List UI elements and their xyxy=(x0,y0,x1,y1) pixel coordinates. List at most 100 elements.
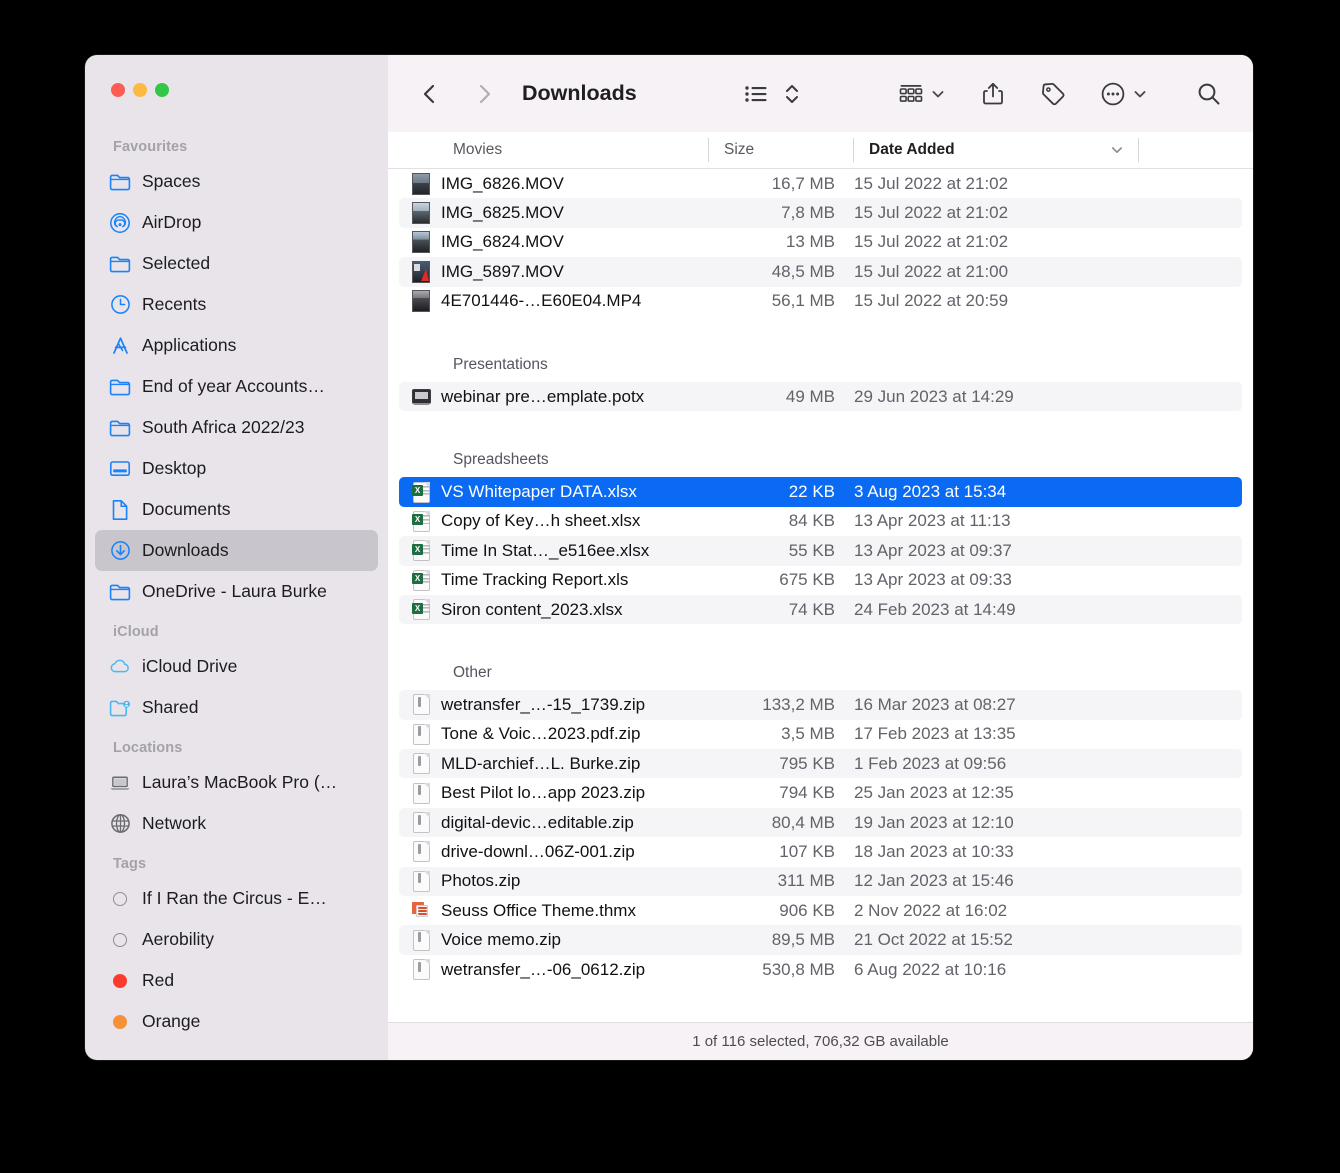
window-traffic-lights xyxy=(95,55,378,117)
sidebar-item-label: Selected xyxy=(142,253,210,274)
file-name: Photos.zip xyxy=(433,871,709,891)
sidebar-item-south-africa-2022-23[interactable]: South Africa 2022/23 xyxy=(95,407,378,448)
file-date-added: 15 Jul 2022 at 20:59 xyxy=(844,291,1242,311)
file-name: webinar pre…emplate.potx xyxy=(433,387,709,407)
sidebar-item-documents[interactable]: Documents xyxy=(95,489,378,530)
file-size: 906 KB xyxy=(709,901,844,921)
minimize-button[interactable] xyxy=(133,83,147,97)
table-row[interactable]: webinar pre…emplate.potx49 MB29 Jun 2023… xyxy=(399,382,1242,411)
file-date-added: 15 Jul 2022 at 21:02 xyxy=(844,174,1242,194)
file-name: Best Pilot lo…app 2023.zip xyxy=(433,783,709,803)
table-row[interactable]: Best Pilot lo…app 2023.zip794 KB25 Jan 2… xyxy=(399,778,1242,807)
sidebar-item-label: End of year Accounts… xyxy=(142,376,325,397)
close-button[interactable] xyxy=(111,83,125,97)
sort-updown-icon[interactable] xyxy=(779,74,805,114)
sidebar-item-applications[interactable]: Applications xyxy=(95,325,378,366)
sidebar-item-onedrive-laura-burke[interactable]: OneDrive - Laura Burke xyxy=(95,571,378,612)
desktop-background: Favourites Spaces AirDrop Selected Recen… xyxy=(0,0,1340,1173)
table-row[interactable]: Tone & Voic…2023.pdf.zip3,5 MB17 Feb 202… xyxy=(399,720,1242,749)
sidebar-item-label: Network xyxy=(142,813,206,834)
file-name: drive-downl…06Z-001.zip xyxy=(433,842,709,862)
sidebar-item-network[interactable]: Network xyxy=(95,803,378,844)
table-row[interactable]: XCopy of Key…h sheet.xlsx84 KB13 Apr 202… xyxy=(399,507,1242,536)
table-row[interactable]: XVS Whitepaper DATA.xlsx22 KB3 Aug 2023 … xyxy=(399,477,1242,506)
maximize-button[interactable] xyxy=(155,83,169,97)
file-name: Voice memo.zip xyxy=(433,930,709,950)
file-date-added: 17 Feb 2023 at 13:35 xyxy=(844,724,1242,744)
file-date-added: 19 Jan 2023 at 12:10 xyxy=(844,813,1242,833)
table-row[interactable]: Voice memo.zip89,5 MB21 Oct 2022 at 15:5… xyxy=(399,925,1242,954)
file-size: 49 MB xyxy=(709,387,844,407)
file-name: digital-devic…editable.zip xyxy=(433,813,709,833)
group-by-chevron-down-icon[interactable] xyxy=(927,74,949,114)
movie-thumb-icon xyxy=(399,290,433,312)
table-row[interactable]: IMG_6825.MOV7,8 MB15 Jul 2022 at 21:02 xyxy=(399,198,1242,227)
sidebar-item-desktop[interactable]: Desktop xyxy=(95,448,378,489)
sidebar-item-shared[interactable]: Shared xyxy=(95,687,378,728)
column-header-name[interactable]: Movies xyxy=(388,132,708,168)
table-row[interactable]: IMG_5897.MOV48,5 MB15 Jul 2022 at 21:00 xyxy=(399,257,1242,286)
file-date-added: 13 Apr 2023 at 11:13 xyxy=(844,511,1242,531)
sidebar-item-label: Laura’s MacBook Pro (… xyxy=(142,772,337,793)
tag-dot-icon xyxy=(109,970,131,992)
downloads-icon xyxy=(109,540,131,562)
column-sort-chevron-down-icon[interactable] xyxy=(1110,143,1124,157)
list-view-icon[interactable] xyxy=(735,74,779,114)
sidebar-item-orange[interactable]: Orange xyxy=(95,1001,378,1042)
table-row[interactable]: MLD-archief…L. Burke.zip795 KB1 Feb 2023… xyxy=(399,749,1242,778)
file-name: Siron content_2023.xlsx xyxy=(433,600,709,620)
sidebar-item-airdrop[interactable]: AirDrop xyxy=(95,202,378,243)
sidebar-item-laura-s-macbook-pro[interactable]: Laura’s MacBook Pro (… xyxy=(95,762,378,803)
table-row[interactable]: Seuss Office Theme.thmx906 KB2 Nov 2022 … xyxy=(399,896,1242,925)
share-icon[interactable] xyxy=(971,74,1015,114)
table-row[interactable]: IMG_6826.MOV16,7 MB15 Jul 2022 at 21:02 xyxy=(399,169,1242,198)
airdrop-icon xyxy=(109,212,131,234)
movie-thumb-icon xyxy=(399,202,433,224)
powerpoint-icon xyxy=(399,389,433,404)
more-control[interactable] xyxy=(1091,74,1151,114)
sidebar-item-spaces[interactable]: Spaces xyxy=(95,161,378,202)
folder-icon xyxy=(109,376,131,398)
tag-dot-icon xyxy=(109,929,131,951)
table-row[interactable]: Photos.zip311 MB12 Jan 2023 at 15:46 xyxy=(399,867,1242,896)
search-icon[interactable] xyxy=(1187,74,1231,114)
table-row[interactable]: XTime In Stat…_e516ee.xlsx55 KB13 Apr 20… xyxy=(399,536,1242,565)
sidebar-item-icloud-drive[interactable]: iCloud Drive xyxy=(95,646,378,687)
table-row[interactable]: XSiron content_2023.xlsx74 KB24 Feb 2023… xyxy=(399,595,1242,624)
sidebar-item-selected[interactable]: Selected xyxy=(95,243,378,284)
table-row[interactable]: 4E701446-…E60E04.MP456,1 MB15 Jul 2022 a… xyxy=(399,287,1242,316)
table-row[interactable]: IMG_6824.MOV13 MB15 Jul 2022 at 21:02 xyxy=(399,228,1242,257)
group-by-control[interactable] xyxy=(889,74,949,114)
sidebar-item-if-i-ran-the-circus-e[interactable]: If I Ran the Circus - E… xyxy=(95,878,378,919)
table-row[interactable]: wetransfer_…-15_1739.zip133,2 MB16 Mar 2… xyxy=(399,690,1242,719)
file-list[interactable]: IMG_6826.MOV16,7 MB15 Jul 2022 at 21:02I… xyxy=(388,169,1253,1022)
table-row[interactable]: XTime Tracking Report.xls675 KB13 Apr 20… xyxy=(399,566,1242,595)
sidebar-item-red[interactable]: Red xyxy=(95,960,378,1001)
sidebar-sections: Favourites Spaces AirDrop Selected Recen… xyxy=(95,117,378,1042)
zip-icon xyxy=(399,812,433,834)
window-title: Downloads xyxy=(522,81,637,106)
sidebar-item-label: OneDrive - Laura Burke xyxy=(142,581,327,602)
table-row[interactable]: wetransfer_…-06_0612.zip530,8 MB6 Aug 20… xyxy=(399,955,1242,984)
sidebar-item-aerobility[interactable]: Aerobility xyxy=(95,919,378,960)
file-size: 74 KB xyxy=(709,600,844,620)
forward-button[interactable] xyxy=(464,74,504,114)
sidebar-item-recents[interactable]: Recents xyxy=(95,284,378,325)
file-size: 311 MB xyxy=(709,871,844,891)
file-date-added: 12 Jan 2023 at 15:46 xyxy=(844,871,1242,891)
table-row[interactable]: drive-downl…06Z-001.zip107 KB18 Jan 2023… xyxy=(399,837,1242,866)
file-date-added: 15 Jul 2022 at 21:02 xyxy=(844,232,1242,252)
column-header-date-added[interactable]: Date Added xyxy=(853,132,1138,168)
sidebar-item-label: iCloud Drive xyxy=(142,656,237,677)
table-row[interactable]: digital-devic…editable.zip80,4 MB19 Jan … xyxy=(399,808,1242,837)
back-button[interactable] xyxy=(410,74,450,114)
file-name: Time Tracking Report.xls xyxy=(433,570,709,590)
sidebar-item-end-of-year-accounts[interactable]: End of year Accounts… xyxy=(95,366,378,407)
tags-icon[interactable] xyxy=(1031,74,1075,114)
file-name: Tone & Voic…2023.pdf.zip xyxy=(433,724,709,744)
file-date-added: 18 Jan 2023 at 10:33 xyxy=(844,842,1242,862)
more-chevron-down-icon[interactable] xyxy=(1129,74,1151,114)
file-size: 22 KB xyxy=(709,482,844,502)
sidebar-item-downloads[interactable]: Downloads xyxy=(95,530,378,571)
column-header-size[interactable]: Size xyxy=(708,132,853,168)
